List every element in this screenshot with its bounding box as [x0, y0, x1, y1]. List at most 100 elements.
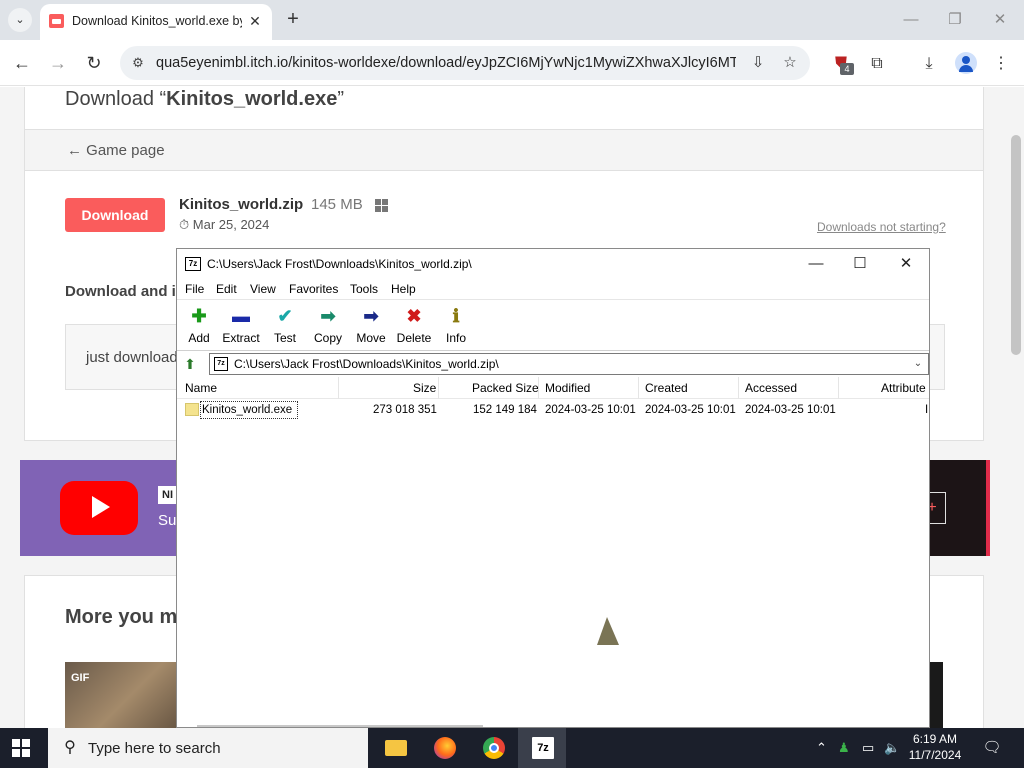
- menu-edit[interactable]: Edit: [216, 282, 237, 296]
- menu-kebab-icon[interactable]: ⋮: [990, 53, 1012, 75]
- add-button[interactable]: ✚ Add: [177, 304, 221, 348]
- chrome-icon[interactable]: [469, 728, 517, 768]
- address-bar[interactable]: ⚙ qua5eyenimbl.itch.io/kinitos-worldexe/…: [120, 46, 810, 80]
- search-placeholder[interactable]: Type here to search: [88, 740, 221, 757]
- x-icon: ✖: [406, 306, 422, 326]
- sevenzip-titlebar[interactable]: 7z C:\Users\Jack Frost\Downloads\Kinitos…: [177, 249, 929, 279]
- reload-icon[interactable]: ↻: [82, 51, 106, 75]
- sevenzip-taskbar-icon[interactable]: 7z: [518, 728, 566, 768]
- column-name[interactable]: Name: [185, 381, 217, 395]
- column-created[interactable]: Created: [645, 381, 688, 395]
- browser-toolbar: ← → ↻ ⚙ qua5eyenimbl.itch.io/kinitos-wor…: [0, 40, 1024, 86]
- gif-badge: GIF: [71, 672, 90, 684]
- extract-button[interactable]: ▬ Extract: [219, 304, 263, 348]
- banner-subtext: Su: [158, 512, 177, 529]
- folder-up-icon[interactable]: ⬆: [181, 355, 199, 373]
- profile-avatar-icon[interactable]: [955, 52, 977, 74]
- sevenzip-maximize-icon[interactable]: ☐: [845, 253, 875, 275]
- url-text[interactable]: qua5eyenimbl.itch.io/kinitos-worldexe/do…: [156, 55, 736, 71]
- tab-title: Download Kinitos_world.exe by: [72, 14, 242, 28]
- minus-icon: ▬: [232, 306, 250, 326]
- path-combobox[interactable]: 7z C:\Users\Jack Frost\Downloads\Kinitos…: [209, 353, 929, 375]
- table-row[interactable]: Kinitos_world.exe 273 018 351 152 149 18…: [177, 400, 929, 420]
- comment-text: just download: [86, 349, 178, 366]
- tab-strip: ⌄ Download Kinitos_world.exe by ✕ + — ❐ …: [0, 0, 1024, 40]
- new-tab-icon[interactable]: +: [282, 8, 304, 30]
- forward-icon[interactable]: →: [46, 51, 70, 75]
- sevenzip-minimize-icon[interactable]: —: [801, 253, 831, 275]
- sevenzip-toolbar: ✚ Add ▬ Extract ✔ Test ➡ Copy ➡ Move ✖ D…: [177, 299, 929, 351]
- cell-packed-size: 152 149 184: [473, 404, 537, 416]
- sevenzip-app-icon: 7z: [185, 257, 201, 271]
- path-text[interactable]: C:\Users\Jack Frost\Downloads\Kinitos_wo…: [234, 357, 499, 371]
- cell-size: 273 018 351: [373, 404, 437, 416]
- delete-button[interactable]: ✖ Delete: [392, 304, 436, 348]
- column-packed-size[interactable]: Packed Size: [472, 381, 539, 395]
- back-icon[interactable]: ←: [10, 51, 34, 75]
- move-button[interactable]: ➡ Move: [349, 304, 393, 348]
- tab-search-chevron-icon[interactable]: ⌄: [8, 8, 32, 32]
- install-app-icon[interactable]: ⇩: [748, 53, 768, 73]
- file-name: Kinitos_world.zip: [179, 196, 304, 213]
- game-page-bar: ← Game page: [25, 129, 983, 171]
- file-list[interactable]: Name Size Packed Size Modified Created A…: [177, 377, 929, 727]
- tab-close-icon[interactable]: ✕: [245, 11, 265, 31]
- menu-help[interactable]: Help: [391, 282, 416, 296]
- more-title: More you mi: [65, 606, 183, 628]
- browser-tab[interactable]: Download Kinitos_world.exe by ✕: [40, 4, 272, 40]
- volume-icon[interactable]: 🔈: [884, 740, 900, 756]
- tray-app-icon[interactable]: ♟: [838, 740, 850, 756]
- download-button[interactable]: Download: [65, 198, 165, 232]
- menu-view[interactable]: View: [250, 282, 276, 296]
- arrow-right-double-icon: ➡: [320, 306, 336, 326]
- tray-overflow-icon[interactable]: ⌃: [816, 740, 827, 756]
- window-close-icon[interactable]: ✕: [985, 8, 1015, 32]
- column-attribute[interactable]: Attribute: [881, 381, 926, 395]
- clock-time: 6:19 AM: [912, 732, 958, 746]
- extensions-puzzle-icon[interactable]: ⧉: [866, 53, 888, 75]
- game-thumbnail[interactable]: GIF: [65, 662, 183, 728]
- file-list-header: Name Size Packed Size Modified Created A…: [177, 377, 929, 399]
- menu-tools[interactable]: Tools: [350, 282, 378, 296]
- column-size[interactable]: Size: [413, 381, 436, 395]
- game-page-link[interactable]: ← Game page: [67, 142, 165, 159]
- cell-name[interactable]: Kinitos_world.exe: [202, 404, 292, 416]
- firefox-icon[interactable]: [420, 728, 468, 768]
- minimize-icon[interactable]: —: [896, 8, 926, 32]
- info-icon: ℹ: [452, 306, 460, 326]
- cell-accessed: 2024-03-25 10:01: [745, 404, 836, 416]
- clock[interactable]: 6:19 AM 11/7/2024: [900, 731, 970, 763]
- test-button[interactable]: ✔ Test: [263, 304, 307, 348]
- sevenzip-menubar: File Edit View Favorites Tools Help: [177, 279, 929, 299]
- sevenzip-close-icon[interactable]: ✕: [891, 253, 921, 275]
- column-accessed[interactable]: Accessed: [745, 381, 797, 395]
- search-icon: ⚲: [64, 739, 76, 756]
- cell-attribute: I: [925, 404, 929, 416]
- path-dropdown-icon[interactable]: ⌄: [910, 356, 926, 372]
- menu-favorites[interactable]: Favorites: [289, 282, 338, 296]
- sevenzip-window: 7z C:\Users\Jack Frost\Downloads\Kinitos…: [176, 248, 930, 728]
- check-icon: ✔: [277, 306, 293, 326]
- file-icon: [185, 403, 199, 416]
- file-explorer-icon[interactable]: [371, 728, 419, 768]
- banner-red-edge: [986, 460, 990, 556]
- column-modified[interactable]: Modified: [545, 381, 590, 395]
- restore-icon[interactable]: ❐: [940, 8, 970, 32]
- windows-start-icon[interactable]: [12, 739, 30, 757]
- network-icon[interactable]: ▭: [862, 740, 874, 756]
- taskbar-search[interactable]: ⚲ Type here to search: [48, 728, 368, 768]
- bookmark-star-icon[interactable]: ☆: [780, 53, 800, 73]
- site-info-icon[interactable]: ⚙: [129, 54, 147, 72]
- cell-modified: 2024-03-25 10:01: [545, 404, 636, 416]
- youtube-logo-icon: [60, 481, 138, 535]
- notification-icon[interactable]: 🗨: [982, 738, 1002, 758]
- downloads-not-starting-link[interactable]: Downloads not starting?: [817, 220, 946, 234]
- copy-button[interactable]: ➡ Copy: [306, 304, 350, 348]
- downloads-icon[interactable]: ⤓: [918, 53, 940, 75]
- info-button[interactable]: ℹ Info: [434, 304, 478, 348]
- cursor-busy-icon: [597, 617, 619, 645]
- plus-icon: ✚: [191, 306, 207, 326]
- windows-platform-icon: [375, 199, 389, 213]
- page-scrollbar-thumb[interactable]: [1011, 135, 1021, 355]
- menu-file[interactable]: File: [185, 282, 204, 296]
